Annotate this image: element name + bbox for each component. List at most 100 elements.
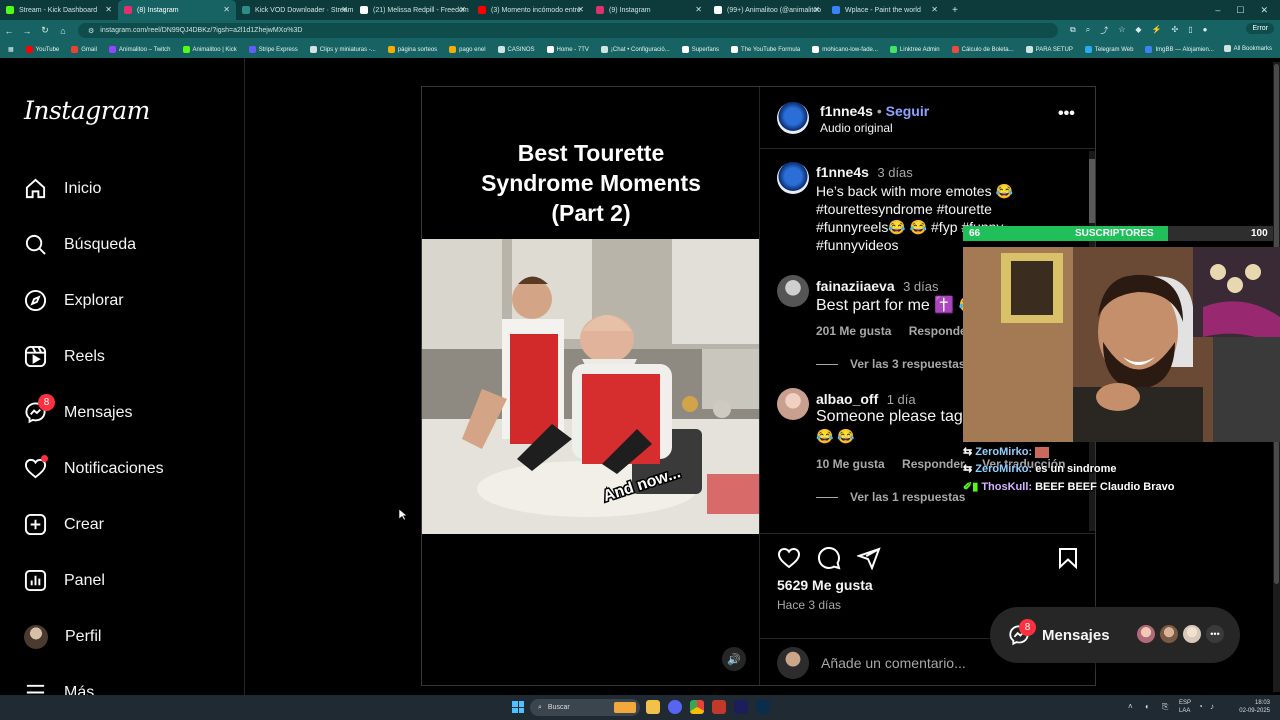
comment-avatar[interactable] bbox=[777, 275, 809, 307]
caption-hashtags[interactable]: #tourettesyndrome #tourette bbox=[816, 200, 992, 218]
comment-likes[interactable]: 201 Me gusta bbox=[816, 324, 891, 338]
audio-label[interactable]: Audio original bbox=[820, 121, 893, 135]
like-heart-icon[interactable] bbox=[777, 546, 801, 570]
comment-username[interactable]: albao_off bbox=[816, 391, 878, 407]
likes-count[interactable]: 5629 Me gusta bbox=[777, 577, 873, 593]
bookmark-item[interactable]: página sorteos bbox=[387, 46, 437, 53]
bookmark-item[interactable]: The YouTube Formula bbox=[731, 46, 800, 53]
browser-tab-active[interactable]: (8) Instagram ✕ bbox=[118, 0, 236, 20]
instagram-logo[interactable]: Instagram bbox=[24, 96, 150, 125]
volume-icon[interactable]: ♪ bbox=[1210, 702, 1214, 711]
site-info-icon[interactable]: ⚙ bbox=[88, 27, 94, 35]
sidebar-item-reels[interactable]: Reels bbox=[24, 345, 105, 368]
close-tab-icon[interactable]: ✕ bbox=[459, 5, 466, 14]
caption-avatar[interactable] bbox=[777, 162, 809, 194]
tray-chevron-icon[interactable]: ˄ bbox=[1128, 702, 1133, 711]
bookmark-folder[interactable]: CASINOS bbox=[497, 46, 535, 53]
reel-video[interactable]: Best Tourette Syndrome Moments (Part 2) bbox=[422, 87, 760, 685]
extensions-puzzle-icon[interactable]: ✣ bbox=[1172, 25, 1179, 36]
zoom-icon[interactable]: ⌕ bbox=[1086, 25, 1090, 36]
bookmark-item[interactable]: Clips y miniaturas -... bbox=[309, 46, 376, 53]
view-replies-button[interactable]: Ver las 1 respuestas bbox=[816, 490, 965, 504]
browser-tab[interactable]: (21) Melissa Redpill - Freedom ✕ bbox=[354, 0, 472, 20]
bookmark-item[interactable]: ImgBB — Alojamien... bbox=[1145, 46, 1214, 53]
comments-scrollbar-thumb[interactable] bbox=[1089, 159, 1095, 223]
extension-icon[interactable]: ⚡ bbox=[1152, 25, 1162, 36]
tray-usb-icon[interactable]: ⎘ bbox=[1162, 702, 1168, 712]
sidepanel-icon[interactable]: ▯ bbox=[1188, 25, 1192, 36]
caption-username[interactable]: f1nne4s bbox=[816, 164, 869, 180]
reload-icon[interactable]: ↻ bbox=[36, 25, 54, 36]
author-avatar[interactable] bbox=[777, 102, 809, 134]
browser-tab[interactable]: Kick VOD Downloader · Stream ✕ bbox=[236, 0, 354, 20]
app-icon[interactable] bbox=[712, 700, 726, 714]
clock[interactable]: 18:03 02-09-2025 bbox=[1239, 699, 1270, 715]
share-icon[interactable]: ⤴ bbox=[1100, 25, 1108, 36]
comment-icon[interactable] bbox=[817, 546, 841, 570]
maximize-icon[interactable]: ☐ bbox=[1236, 5, 1244, 16]
comment-likes[interactable]: 10 Me gusta bbox=[816, 457, 885, 471]
sidebar-item-inicio[interactable]: Inicio bbox=[24, 177, 101, 200]
bookmark-item[interactable]: Telegram Web bbox=[1084, 46, 1133, 53]
url-field[interactable]: ⚙ instagram.com/reel/DN99QJ4DBKz/?igsh=a… bbox=[78, 23, 1058, 38]
bookmark-star-icon[interactable]: ☆ bbox=[1118, 25, 1125, 36]
new-tab-icon[interactable]: + bbox=[944, 5, 966, 16]
bookmark-item[interactable]: Superfans bbox=[681, 46, 719, 53]
wifi-icon[interactable]: ◔ bbox=[1198, 702, 1203, 711]
profile-error-button[interactable]: Error bbox=[1246, 23, 1274, 34]
browser-tab[interactable]: (9) Instagram ✕ bbox=[590, 0, 708, 20]
taskbar-search[interactable]: ⌕ Buscar bbox=[530, 699, 640, 716]
install-icon[interactable]: ⧉ bbox=[1070, 25, 1076, 36]
follow-button[interactable]: Seguir bbox=[886, 103, 930, 119]
forward-icon[interactable]: → bbox=[18, 26, 36, 36]
minimize-icon[interactable]: – bbox=[1215, 5, 1220, 15]
reply-button[interactable]: Responder bbox=[902, 457, 965, 471]
close-tab-icon[interactable]: ✕ bbox=[813, 5, 820, 14]
reply-button[interactable]: Responder bbox=[909, 324, 972, 338]
close-tab-icon[interactable]: ✕ bbox=[695, 5, 702, 14]
comment-username[interactable]: fainaziiaeva bbox=[816, 278, 895, 294]
sidebar-item-crear[interactable]: Crear bbox=[24, 513, 104, 536]
discord-icon[interactable] bbox=[668, 700, 682, 714]
add-comment-input[interactable]: Añade un comentario... bbox=[821, 655, 966, 671]
sidebar-item-perfil[interactable]: Perfil bbox=[24, 625, 101, 649]
browser-tab[interactable]: Stream - Kick Dashboard ✕ bbox=[0, 0, 118, 20]
apps-icon[interactable]: ▦ bbox=[8, 46, 14, 53]
language-indicator[interactable]: ESP LAA bbox=[1179, 699, 1191, 715]
caption-hashtags[interactable]: #funnyvideos bbox=[816, 236, 899, 254]
bookmark-item[interactable]: ¡Chat • Configuració... bbox=[600, 46, 670, 53]
bookmark-item[interactable]: mohicano-low-fade... bbox=[812, 46, 878, 53]
comment-avatar[interactable] bbox=[777, 388, 809, 420]
author-username[interactable]: f1nne4s bbox=[820, 103, 873, 119]
file-explorer-icon[interactable] bbox=[646, 700, 660, 714]
browser-tab[interactable]: (99+) Animalitoo (@animalitoo ✕ bbox=[708, 0, 826, 20]
bookmark-item[interactable]: Animalitoo – Twitch bbox=[108, 46, 171, 53]
account-icon[interactable]: ● bbox=[1203, 25, 1208, 36]
close-window-icon[interactable]: ✕ bbox=[1260, 5, 1268, 16]
close-tab-icon[interactable]: ✕ bbox=[931, 5, 938, 14]
messages-pill-button[interactable]: 8 Mensajes ••• bbox=[990, 607, 1240, 663]
home-icon[interactable]: ⌂ bbox=[54, 26, 72, 36]
bookmark-folder[interactable]: PARA SETUP bbox=[1025, 46, 1073, 53]
browser-tab[interactable]: Wplace - Paint the world ✕ bbox=[826, 0, 944, 20]
more-options-icon[interactable]: ••• bbox=[1058, 105, 1075, 123]
bookmark-item[interactable]: Home - 7TV bbox=[546, 46, 589, 53]
tray-app-icon[interactable]: ◐ bbox=[1145, 702, 1150, 711]
all-bookmarks-button[interactable]: All Bookmarks bbox=[1223, 45, 1272, 52]
sidebar-item-explorar[interactable]: Explorar bbox=[24, 289, 124, 312]
bookmark-item[interactable]: Gmail bbox=[71, 46, 97, 53]
windows-start-icon[interactable] bbox=[512, 701, 524, 713]
sidebar-item-notificaciones[interactable]: Notificaciones bbox=[24, 455, 164, 480]
share-send-icon[interactable] bbox=[857, 546, 881, 570]
bookmark-item[interactable]: Animalitoo | Kick bbox=[182, 46, 237, 53]
chrome-icon[interactable] bbox=[690, 700, 704, 714]
photoshop-icon[interactable] bbox=[756, 700, 770, 714]
bookmark-item[interactable]: pago enel bbox=[449, 46, 486, 53]
close-tab-icon[interactable]: ✕ bbox=[105, 5, 112, 14]
browser-tab[interactable]: (3) Momento incómodo entre ✕ bbox=[472, 0, 590, 20]
premiere-icon[interactable] bbox=[734, 700, 748, 714]
extension-icon[interactable]: ◆ bbox=[1135, 25, 1141, 36]
close-tab-icon[interactable]: ✕ bbox=[577, 5, 584, 14]
close-tab-icon[interactable]: ✕ bbox=[223, 5, 230, 14]
volume-button[interactable]: 🔊 bbox=[722, 647, 746, 671]
